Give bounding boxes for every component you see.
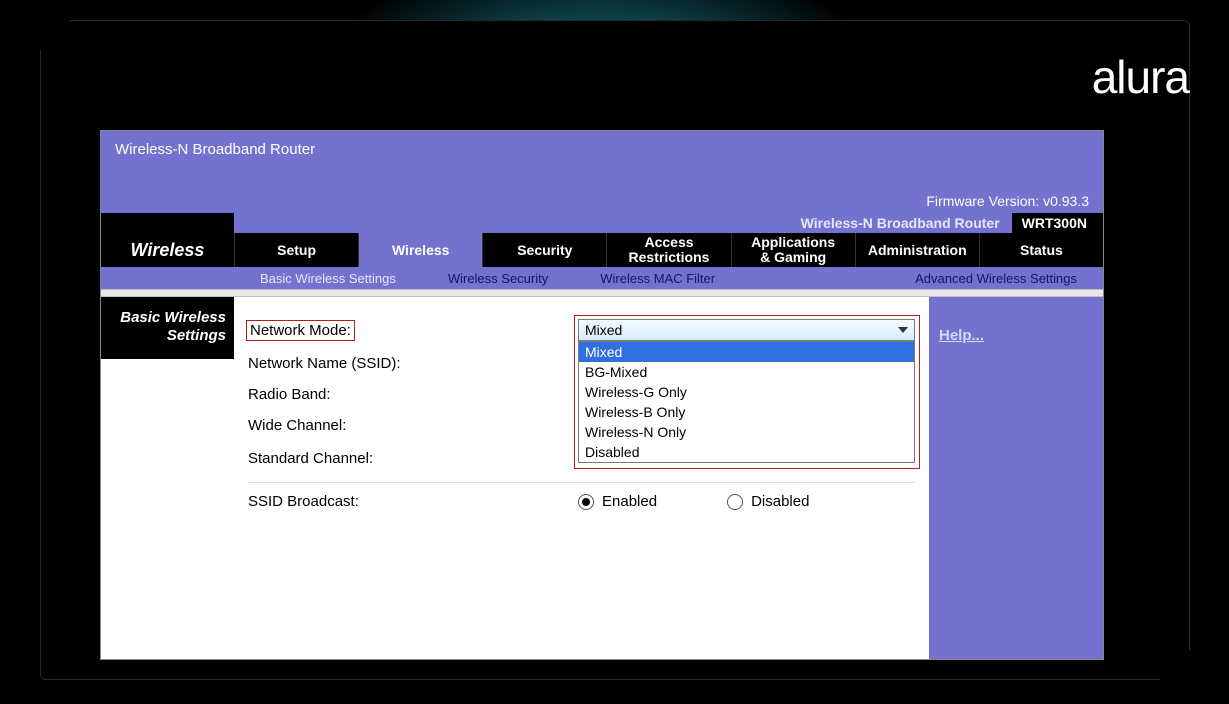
tab-wireless[interactable]: Wireless bbox=[358, 233, 482, 267]
divider bbox=[101, 289, 1103, 297]
content-area: Basic Wireless Settings Network Mode: Mi… bbox=[101, 297, 1103, 659]
radio-checked-icon bbox=[578, 494, 594, 510]
model-number: WRT300N bbox=[1012, 213, 1097, 233]
tab-access-restrictions[interactable]: Access Restrictions bbox=[606, 233, 730, 267]
top-banner: Wireless-N Broadband Router Firmware Ver… bbox=[101, 131, 1103, 213]
tab-security[interactable]: Security bbox=[482, 233, 606, 267]
chevron-down-icon bbox=[898, 327, 908, 333]
option-wireless-n[interactable]: Wireless-N Only bbox=[579, 422, 914, 442]
tab-applications-gaming[interactable]: Applications & Gaming bbox=[731, 233, 855, 267]
main-tab-row: Wireless Setup Wireless Security Access … bbox=[101, 233, 1103, 267]
subtab-basic-wireless[interactable]: Basic Wireless Settings bbox=[234, 271, 422, 286]
tab-setup[interactable]: Setup bbox=[234, 233, 358, 267]
sub-tab-row: Basic Wireless Settings Wireless Securit… bbox=[101, 267, 1103, 289]
form-panel: Network Mode: Mixed Mixed BG-Mixed Wirel… bbox=[234, 297, 929, 659]
radio-band-label: Radio Band: bbox=[248, 386, 578, 403]
model-row: Wireless-N Broadband Router WRT300N bbox=[101, 213, 1103, 233]
option-wireless-g[interactable]: Wireless-G Only bbox=[579, 382, 914, 402]
subtab-advanced-wireless[interactable]: Advanced Wireless Settings bbox=[889, 271, 1103, 286]
option-bg-mixed[interactable]: BG-Mixed bbox=[579, 362, 914, 382]
option-mixed[interactable]: Mixed bbox=[579, 342, 914, 362]
network-mode-label: Network Mode: bbox=[248, 322, 353, 339]
subtab-mac-filter[interactable]: Wireless MAC Filter bbox=[574, 271, 741, 286]
ssid-label: Network Name (SSID): bbox=[248, 355, 578, 372]
wide-channel-label: Wide Channel: bbox=[248, 417, 578, 434]
ssid-broadcast-enabled-radio[interactable]: Enabled bbox=[578, 493, 657, 510]
radio-unchecked-icon bbox=[727, 494, 743, 510]
tab-status[interactable]: Status bbox=[979, 233, 1103, 267]
section-label: Wireless bbox=[101, 233, 234, 267]
disabled-label: Disabled bbox=[751, 493, 809, 510]
option-disabled[interactable]: Disabled bbox=[579, 442, 914, 462]
ssid-broadcast-label: SSID Broadcast: bbox=[248, 493, 578, 510]
subtab-wireless-security[interactable]: Wireless Security bbox=[422, 271, 574, 286]
side-heading: Basic Wireless Settings bbox=[101, 297, 234, 359]
help-sidebar: Help... bbox=[929, 297, 1103, 659]
enabled-label: Enabled bbox=[602, 493, 657, 510]
help-link[interactable]: Help... bbox=[939, 327, 1093, 344]
router-title: Wireless-N Broadband Router bbox=[115, 141, 1089, 158]
firmware-version: Firmware Version: v0.93.3 bbox=[926, 193, 1089, 209]
standard-channel-label: Standard Channel: bbox=[248, 450, 578, 467]
network-mode-selected-value: Mixed bbox=[585, 322, 622, 338]
network-mode-select[interactable]: Mixed Mixed BG-Mixed Wireless-G Only Wir… bbox=[578, 319, 915, 341]
router-admin-window: Wireless-N Broadband Router Firmware Ver… bbox=[100, 130, 1104, 660]
model-label: Wireless-N Broadband Router bbox=[801, 215, 1000, 231]
network-mode-dropdown[interactable]: Mixed BG-Mixed Wireless-G Only Wireless-… bbox=[578, 341, 915, 463]
ssid-broadcast-disabled-radio[interactable]: Disabled bbox=[727, 493, 809, 510]
brand-logo: alura bbox=[1092, 50, 1189, 104]
tab-administration[interactable]: Administration bbox=[855, 233, 979, 267]
option-wireless-b[interactable]: Wireless-B Only bbox=[579, 402, 914, 422]
